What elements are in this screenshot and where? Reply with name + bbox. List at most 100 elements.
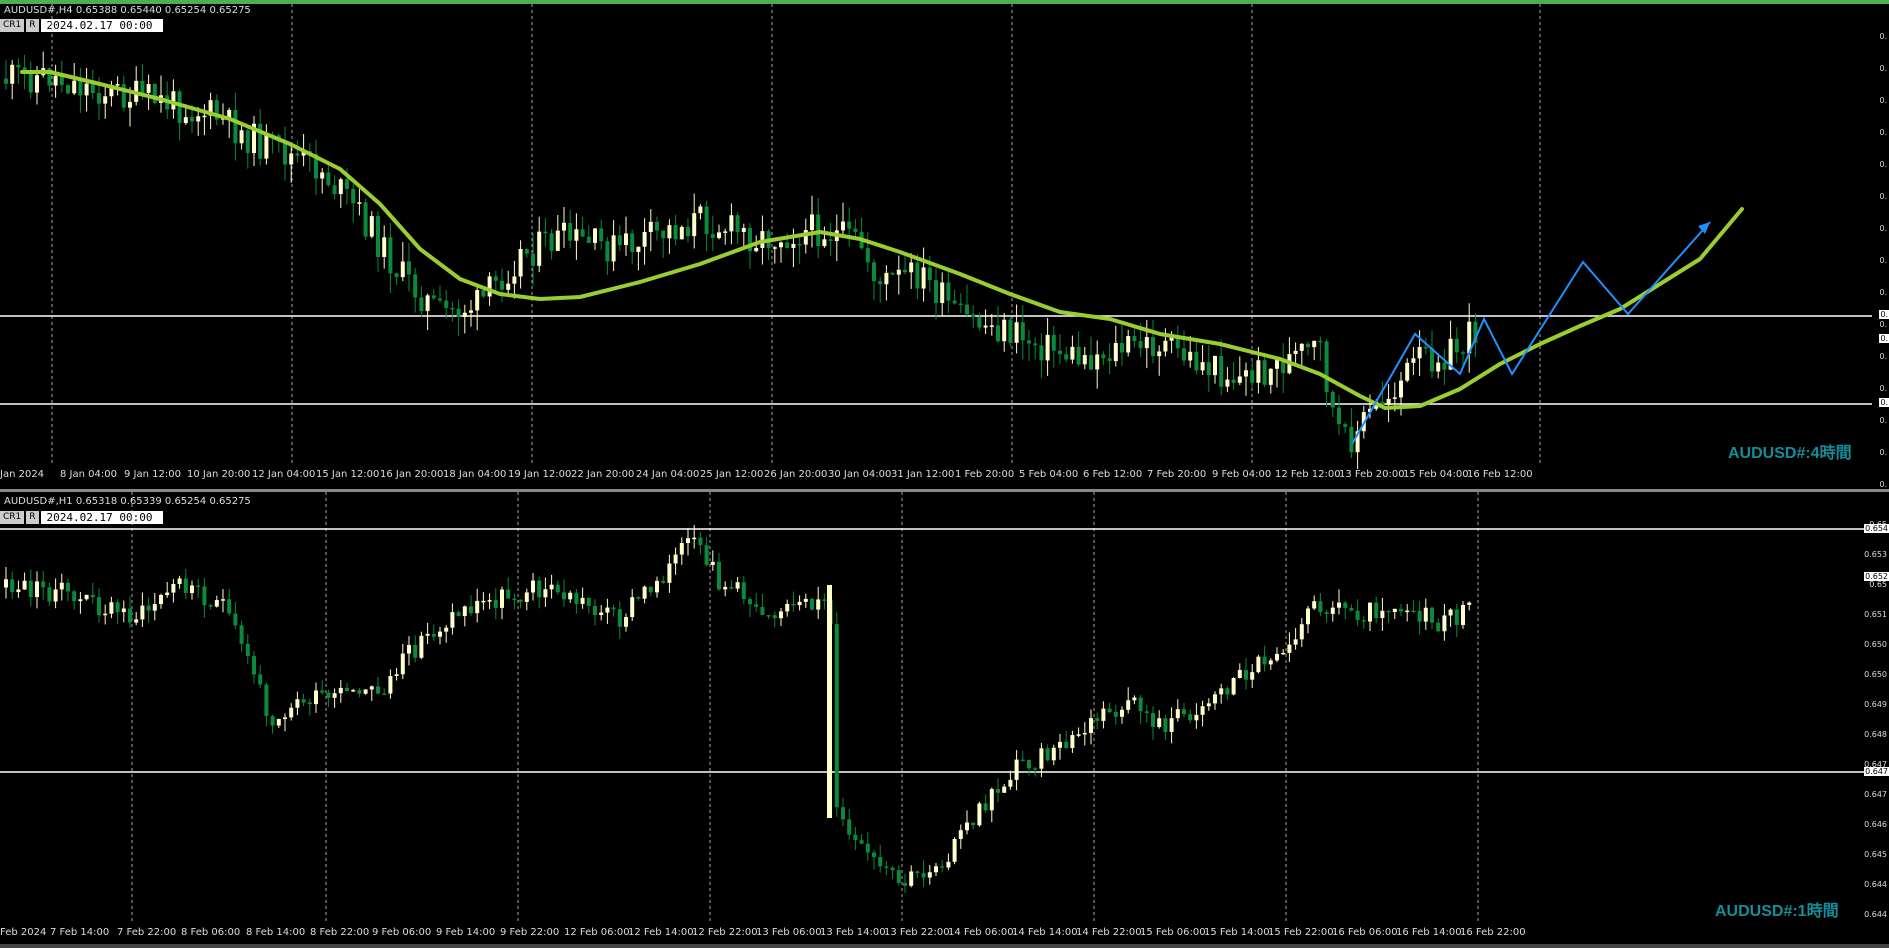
h1-candle-body: [22, 580, 27, 590]
h1-candle-body: [66, 582, 70, 592]
h4-time-label: 9 Feb 04:00: [1212, 469, 1272, 480]
h1-candle-body: [1467, 602, 1472, 605]
h1-candle-body: [35, 581, 39, 598]
h1-candle-body: [568, 592, 573, 600]
h4-time-label: Jan 2024: [0, 469, 45, 480]
h4-candle-body: [233, 109, 238, 144]
h1-price-label: 0.644: [1864, 880, 1887, 889]
h1-candle-body: [741, 582, 746, 600]
h4-candle-body: [53, 75, 58, 86]
h1-candle-body: [413, 644, 418, 658]
h1-candle-body: [388, 676, 393, 694]
h4-candle-body: [10, 64, 15, 84]
h1-candle-body: [419, 635, 424, 658]
h4-chart-pane[interactable]: AUDUSD#,H4 0.65388 0.65440 0.65254 0.652…: [0, 4, 1889, 489]
h4-candle-body: [1225, 379, 1230, 387]
h1-time-label: 8 Feb 14:00: [246, 927, 306, 938]
h1-candle-body: [636, 597, 641, 599]
h1-candle-body: [555, 584, 560, 593]
h1-candle-body: [797, 601, 802, 606]
h1-candle-body: [915, 871, 920, 874]
h4-candle-body: [927, 267, 932, 281]
h1-candle-body: [605, 607, 610, 613]
h4-candle-body: [698, 206, 703, 214]
h1-time-label: 12 Feb 22:00: [692, 927, 758, 938]
h1-candle-body: [896, 870, 901, 883]
h1-chart-canvas[interactable]: [0, 492, 1872, 924]
h1-time-label: 14 Feb 22:00: [1076, 927, 1142, 938]
h4-candle-body: [1244, 370, 1248, 377]
h1-candle-body: [10, 579, 15, 593]
h4-candle-body: [1002, 319, 1007, 342]
h1-candle-body: [1126, 700, 1131, 710]
h4-time-label: 16 Jan 20:00: [380, 469, 444, 480]
h4-candle-body: [72, 80, 77, 94]
h1-candle-body: [444, 627, 449, 632]
h4-price-label: 0.: [1879, 192, 1887, 201]
h1-chart-pane[interactable]: AUDUSD#,H1 0.65318 0.65339 0.65254 0.652…: [0, 492, 1889, 944]
h4-price-label: 0.: [1879, 320, 1887, 329]
h1-candle-body: [531, 580, 535, 593]
h4-candle-body: [847, 221, 852, 229]
h1-candle-body: [245, 643, 250, 657]
h4-candle-body: [332, 185, 337, 195]
h1-candle-body: [1268, 660, 1273, 665]
h4-candle-body: [865, 248, 870, 263]
h1-candle-body: [766, 615, 771, 617]
h4-candle-body: [754, 247, 759, 252]
h1-candle-body: [1355, 610, 1360, 621]
h1-candle-body: [1250, 672, 1255, 680]
h4-candle-body: [1070, 346, 1075, 360]
h4-candle-body: [475, 290, 480, 311]
h1-candle-body: [1399, 608, 1403, 612]
h4-chart-canvas[interactable]: [0, 4, 1872, 472]
h1-candle-body: [853, 834, 858, 841]
h1-candle-body: [562, 592, 566, 600]
h4-candle-body: [202, 115, 207, 118]
h1-candle-body: [1120, 709, 1124, 717]
h4-candle-body: [828, 239, 833, 242]
h1-candle-body: [710, 561, 715, 565]
h4-candle-body: [400, 261, 405, 278]
h1-time-label: Feb 2024: [0, 927, 47, 938]
h1-candle-body: [196, 585, 201, 587]
h1-candle-body: [41, 581, 46, 588]
h4-candle-body: [605, 241, 610, 262]
h4-candle-body: [431, 295, 436, 299]
h1-candle-body: [487, 600, 492, 602]
h1-candle-body: [382, 693, 387, 696]
h4-candle-body: [1107, 358, 1112, 362]
h1-candle-body: [1107, 708, 1112, 713]
h1-candle-body: [1448, 609, 1453, 616]
h1-candle-body: [363, 689, 368, 694]
h1-price-label: 0.65: [1869, 580, 1887, 589]
h4-candle-body: [996, 325, 1000, 342]
h4-candle-body: [369, 216, 374, 237]
h4-candle-body: [295, 153, 300, 156]
h1-candle-body: [146, 605, 151, 611]
h1-candle-body: [314, 690, 318, 705]
h1-candle-body: [264, 684, 269, 717]
h1-candle-body: [1306, 608, 1310, 625]
h1-candle-body: [276, 719, 281, 726]
h4-candle-body: [531, 253, 535, 266]
h1-candle-body: [394, 674, 399, 677]
h4-time-label: 26 Jan 20:00: [764, 469, 828, 480]
h1-price-axis: 0.650.6530.650.6510.6500.6500.6490.6480.…: [1864, 492, 1889, 924]
h4-candle-body: [1027, 340, 1031, 344]
h4-price-label: 0.: [1879, 352, 1887, 361]
h1-candle-body: [1045, 748, 1050, 761]
h1-price-label: 0.647: [1864, 790, 1887, 799]
h4-candle-body: [717, 232, 721, 238]
h4-candle-body: [946, 282, 951, 301]
h1-candle-body: [754, 604, 759, 607]
h4-candle-body: [1330, 391, 1335, 408]
h1-candle-body: [1008, 779, 1013, 787]
h1-price-label: 0.645: [1864, 850, 1887, 859]
h4-candle-body: [1132, 336, 1137, 342]
h1-candle-body: [97, 597, 101, 616]
h4-candle-body: [97, 92, 101, 104]
h4-candle-body: [549, 233, 554, 251]
h4-candle-body: [35, 75, 39, 93]
h1-candle-body: [524, 592, 529, 602]
